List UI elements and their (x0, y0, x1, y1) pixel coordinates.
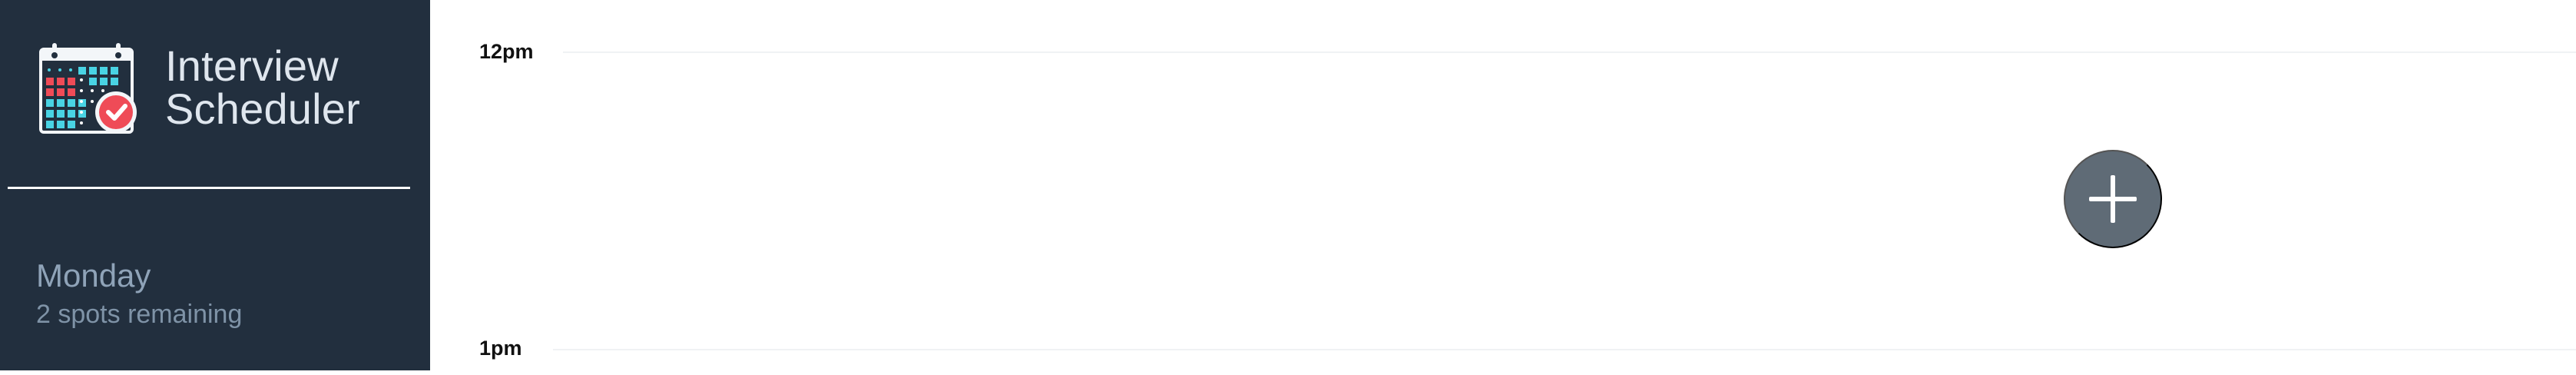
day-name: Monday (36, 257, 151, 294)
time-slot-1pm: 1pm (430, 337, 2576, 375)
time-slot-12pm: 12pm (430, 40, 2576, 78)
sidebar: Interview Scheduler Monday 2 spots remai… (0, 0, 430, 370)
app-title-line-2: Scheduler (165, 85, 360, 133)
time-separator (563, 51, 2576, 53)
app-title: Interview Scheduler (165, 45, 360, 131)
add-appointment-button[interactable] (2064, 150, 2162, 248)
time-label-1pm: 1pm (479, 337, 522, 360)
schedule-panel: 12pm 1pm (430, 0, 2576, 370)
brand: Interview Scheduler (38, 41, 399, 141)
plus-icon (2089, 175, 2137, 223)
calendar-check-icon (39, 43, 137, 134)
sidebar-day-monday[interactable]: Monday 2 spots remaining (36, 257, 397, 350)
app-title-line-1: Interview (165, 41, 339, 90)
time-label-12pm: 12pm (479, 40, 534, 63)
day-spots-remaining: 2 spots remaining (36, 300, 243, 329)
time-separator (553, 349, 2576, 350)
sidebar-divider (8, 187, 410, 189)
